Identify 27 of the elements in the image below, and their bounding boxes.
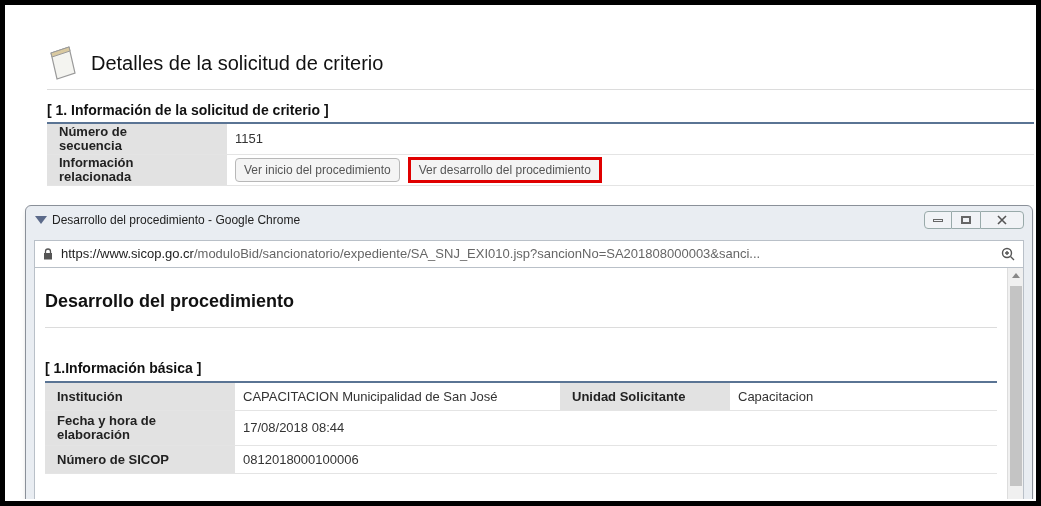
close-button[interactable] [980,211,1024,229]
row-value: CAPACITACION Municipalidad de San José [242,387,499,406]
row-value: 1151 [235,129,263,148]
row-label: Unidad Solicitante [560,383,730,410]
procedure-button[interactable]: Ver desarrollo del procedimiento [407,156,602,183]
section-heading: [ 1. Información de la solicitud de criterio ] [47,102,330,120]
row-value: Capacitacion [737,387,815,406]
section-heading: [ 1.Información básica ] [45,359,203,378]
scrollbar[interactable] [1007,268,1023,499]
window-title: Desarrollo del procedimiento - Google Chrome [52,212,301,229]
scroll-up-icon[interactable] [1011,272,1020,278]
lock-icon [43,248,53,260]
popup-heading: Desarrollo del procedimiento [45,288,997,328]
row-label: Información relacionada [47,154,227,185]
close-icon [997,215,1007,225]
row-label: Número de secuencia [47,123,227,154]
row-label: Fecha y hora de elaboración [45,411,235,445]
row-value: 17/08/2018 08:44 [242,419,346,438]
minimize-button[interactable] [924,211,952,229]
row-label: Número de SICOP [45,446,235,473]
notepad-icon [47,45,79,81]
zoom-icon[interactable] [1001,247,1015,261]
procedure-button[interactable]: Ver inicio del procedimiento [235,157,400,182]
row-label: Institución [45,383,235,410]
row-value: 0812018000100006 [242,450,360,469]
maximize-button[interactable] [952,211,980,229]
page-title: Detalles de la solicitud de criterio [91,51,384,76]
